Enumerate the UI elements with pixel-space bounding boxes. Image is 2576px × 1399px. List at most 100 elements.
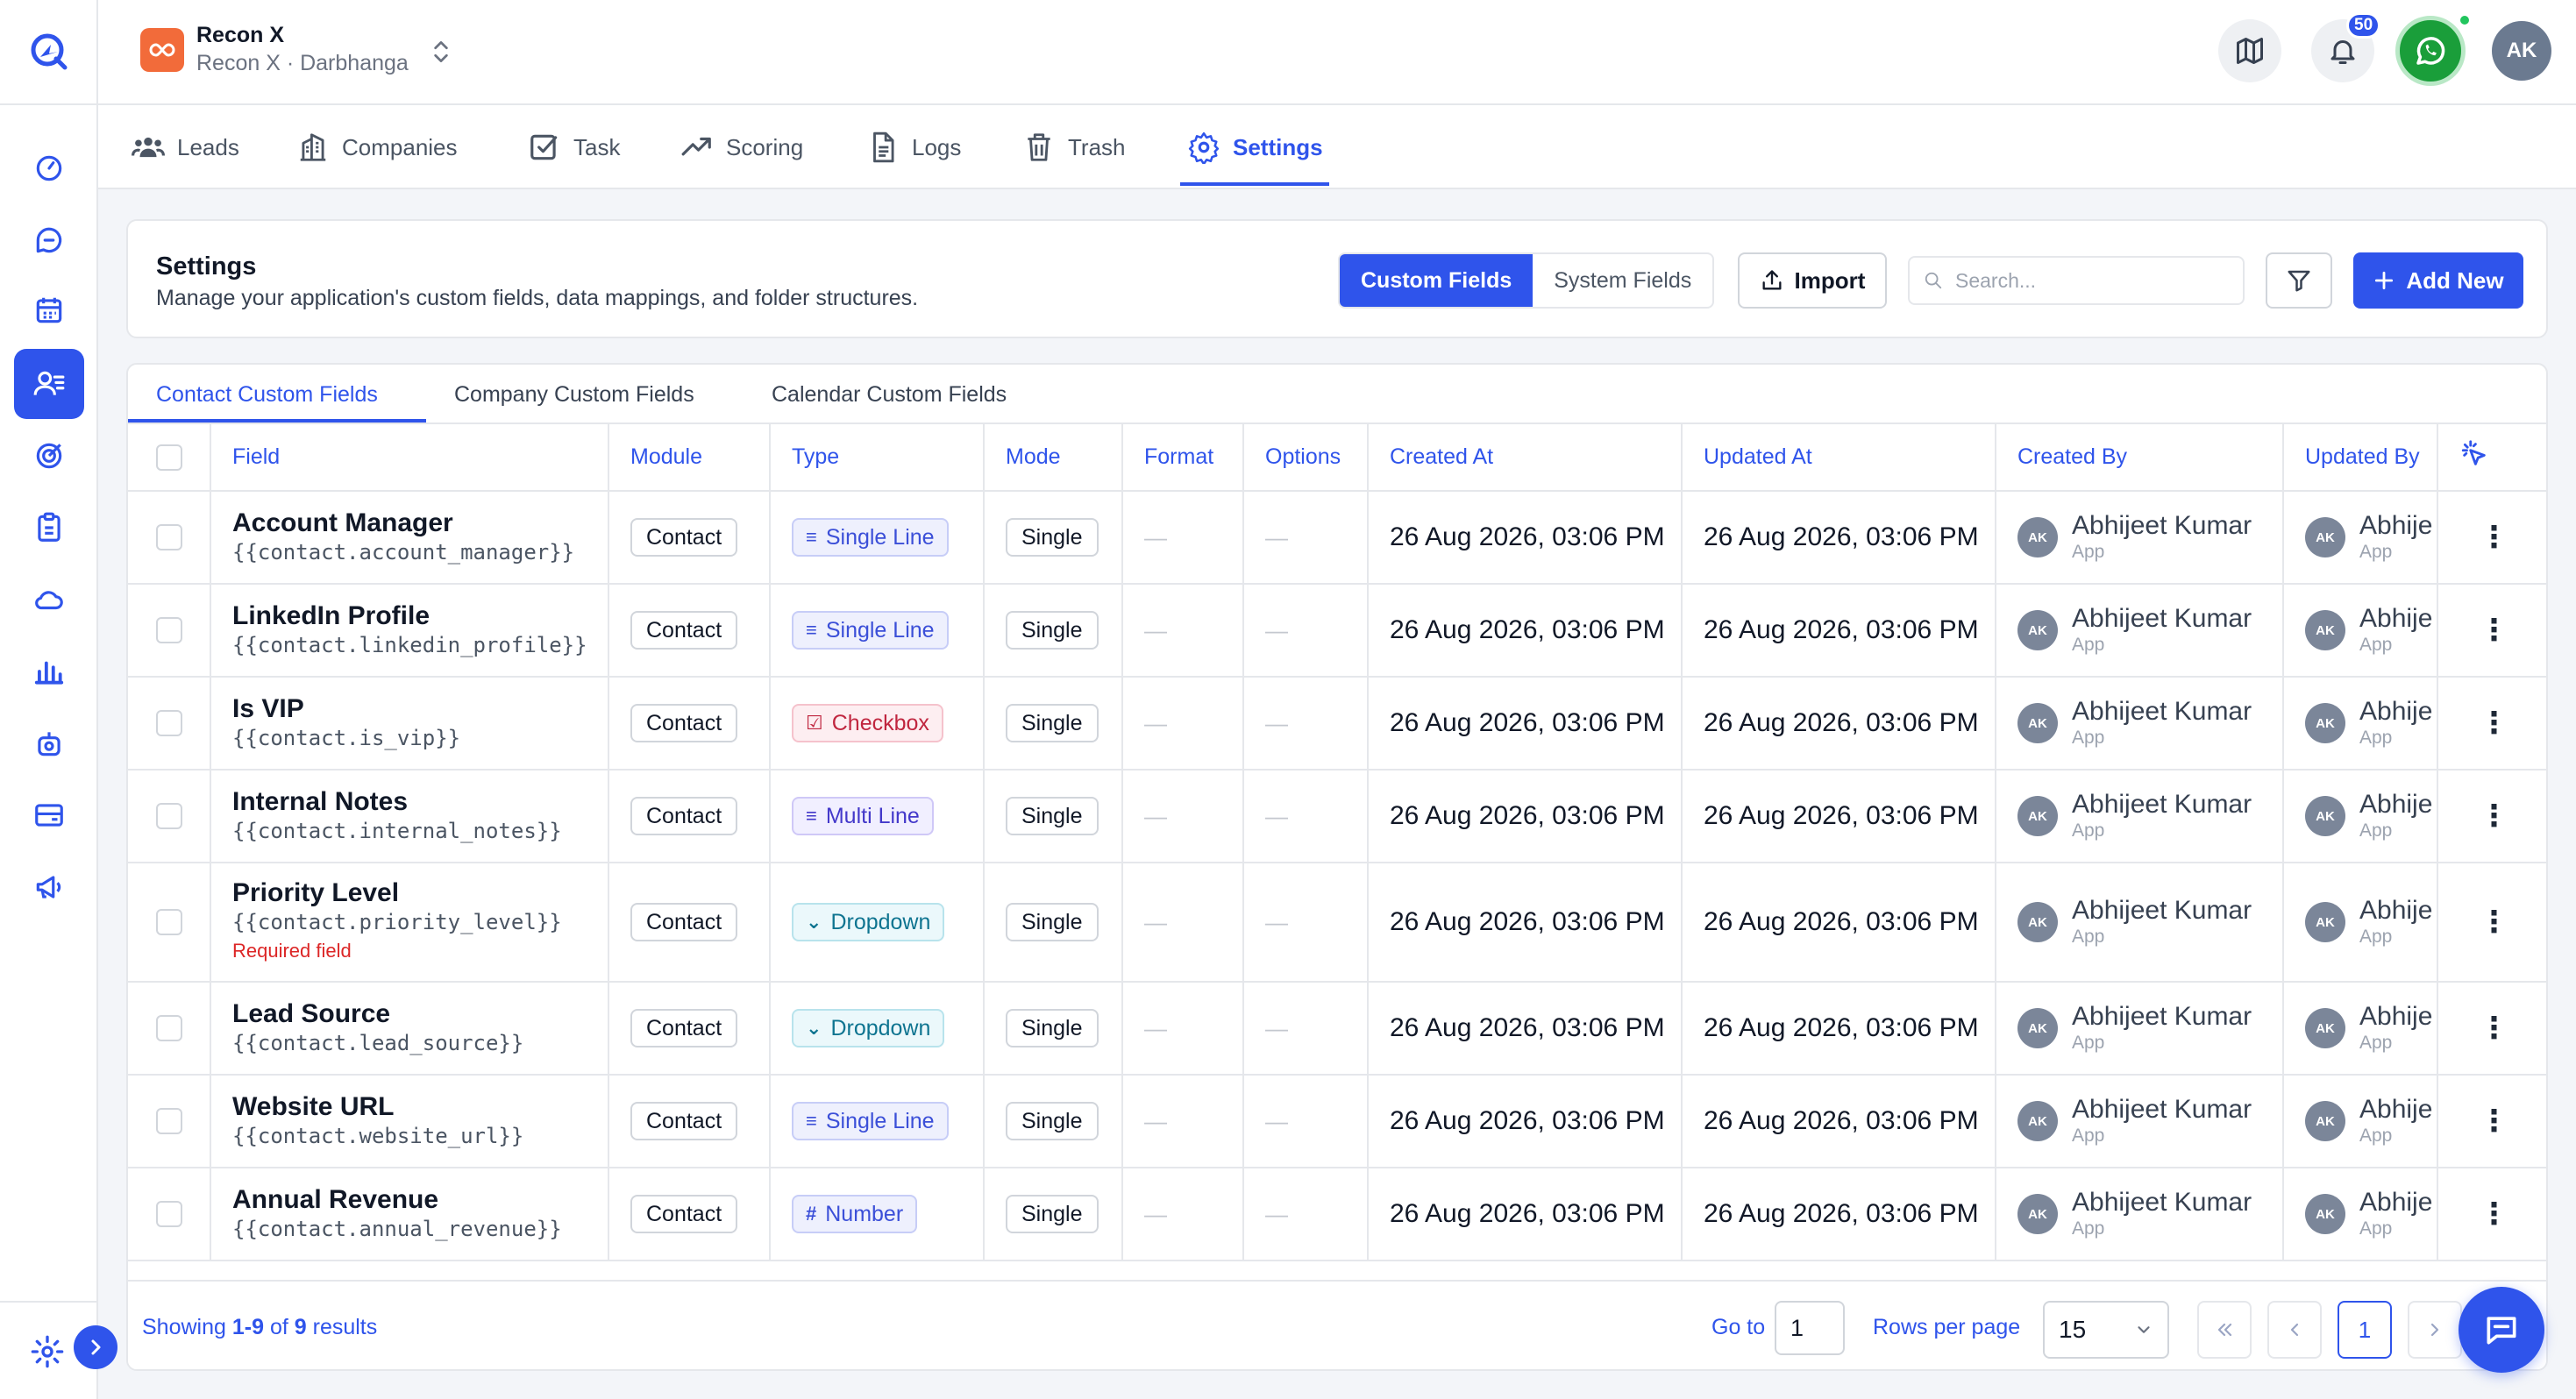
org-name[interactable]: Recon X: [196, 23, 284, 48]
field-cell[interactable]: Is VIP {{contact.is_vip}}: [210, 677, 609, 771]
page-1-button[interactable]: 1: [2338, 1301, 2392, 1359]
filter-button[interactable]: [2266, 252, 2332, 309]
row-checkbox[interactable]: [155, 617, 182, 643]
search-input[interactable]: [1955, 268, 2218, 293]
format-cell: —: [1122, 770, 1244, 863]
table-row[interactable]: Priority Level {{contact.priority_level}}…: [128, 863, 2546, 983]
row-checkbox[interactable]: [155, 524, 182, 550]
tab-settings[interactable]: Settings: [1187, 105, 1323, 189]
created-by-cell: AK Abhijeet Kumar App: [1996, 677, 2284, 771]
tab-trash[interactable]: Trash: [1022, 105, 1126, 189]
whatsapp-button[interactable]: [2395, 16, 2466, 86]
field-name: Account Manager: [232, 508, 453, 537]
col-updated-at[interactable]: Updated At: [1682, 424, 1996, 492]
system-fields-toggle[interactable]: System Fields: [1533, 254, 1712, 307]
col-options[interactable]: Options: [1243, 424, 1369, 492]
table-row[interactable]: LinkedIn Profile {{contact.linkedin_profi…: [128, 584, 2546, 678]
table-row[interactable]: Internal Notes {{contact.internal_notes}}…: [128, 770, 2546, 863]
more-vertical-icon[interactable]: ⋮: [2459, 1011, 2529, 1046]
more-vertical-icon[interactable]: ⋮: [2459, 1104, 2529, 1139]
rail-automation[interactable]: [14, 708, 84, 778]
tab-contact-custom-fields[interactable]: Contact Custom Fields: [156, 365, 378, 424]
table-row[interactable]: Website URL {{contact.website_url}} Contac…: [128, 1075, 2546, 1168]
next-page-button[interactable]: [2408, 1301, 2462, 1359]
cursor-click-icon[interactable]: [2459, 439, 2489, 469]
col-module[interactable]: Module: [608, 424, 771, 492]
field-cell[interactable]: Internal Notes {{contact.internal_notes}}: [210, 770, 609, 863]
gear-icon[interactable]: [30, 1334, 65, 1369]
prev-page-button[interactable]: [2267, 1301, 2322, 1359]
field-cell[interactable]: Priority Level {{contact.priority_level}}…: [210, 863, 609, 983]
rail-cloud[interactable]: [14, 565, 84, 635]
field-cell[interactable]: Lead Source {{contact.lead_source}}: [210, 982, 609, 1076]
table-row[interactable]: Lead Source {{contact.lead_source}} Contac…: [128, 982, 2546, 1076]
rail-marketing[interactable]: [14, 852, 84, 922]
row-checkbox[interactable]: [155, 803, 182, 829]
rail-payments[interactable]: [14, 780, 84, 850]
first-page-button[interactable]: [2197, 1301, 2252, 1359]
tab-leads[interactable]: Leads: [132, 105, 239, 189]
table-row[interactable]: Is VIP {{contact.is_vip}} Contact ☑ Checkbox…: [128, 677, 2546, 771]
col-format[interactable]: Format: [1122, 424, 1244, 492]
row-actions-cell: ⋮: [2437, 584, 2546, 678]
table-row[interactable]: Account Manager {{contact.account_manager…: [128, 491, 2546, 585]
more-vertical-icon[interactable]: ⋮: [2459, 520, 2529, 555]
custom-fields-toggle[interactable]: Custom Fields: [1340, 254, 1534, 307]
table-row[interactable]: Annual Revenue {{contact.annual_revenue}}…: [128, 1168, 2546, 1261]
table-scroll[interactable]: Field Module Type Mode Format Options Cr…: [128, 424, 2546, 1266]
tab-task[interactable]: Task: [528, 105, 620, 189]
row-checkbox[interactable]: [155, 1108, 182, 1134]
tab-logs[interactable]: Logs: [866, 105, 961, 189]
created-by-cell: AK Abhijeet Kumar App: [1996, 863, 2284, 983]
rail-calendar[interactable]: [14, 275, 84, 345]
col-created-at[interactable]: Created At: [1368, 424, 1683, 492]
tab-scoring[interactable]: Scoring: [680, 105, 803, 189]
rail-clipboard[interactable]: [14, 493, 84, 563]
col-created-by[interactable]: Created By: [1996, 424, 2284, 492]
rail-conversations[interactable]: [14, 205, 84, 275]
more-vertical-icon[interactable]: ⋮: [2459, 613, 2529, 648]
multiline-icon: ≡: [806, 805, 817, 827]
row-checkbox[interactable]: [155, 1201, 182, 1227]
rail-reports[interactable]: [14, 636, 84, 707]
more-vertical-icon[interactable]: ⋮: [2459, 905, 2529, 940]
col-type[interactable]: Type: [770, 424, 985, 492]
tab-companies[interactable]: Companies: [296, 105, 458, 189]
row-checkbox[interactable]: [155, 1015, 182, 1041]
select-all-checkbox[interactable]: [155, 444, 182, 471]
app-logo[interactable]: [0, 0, 98, 105]
rail-targets[interactable]: [14, 421, 84, 491]
field-cell[interactable]: Account Manager {{contact.account_manager…: [210, 491, 609, 585]
field-cell[interactable]: Website URL {{contact.website_url}}: [210, 1075, 609, 1168]
mode-chip: Single: [1006, 1195, 1099, 1233]
map-button[interactable]: [2218, 19, 2281, 82]
col-mode[interactable]: Mode: [984, 424, 1123, 492]
goto-page-input[interactable]: [1775, 1301, 1845, 1355]
user-avatar[interactable]: AK: [2492, 21, 2551, 81]
chevron-up-down-icon[interactable]: [430, 37, 452, 67]
rows-per-page-select[interactable]: 15: [2043, 1301, 2169, 1359]
tab-company-custom-fields[interactable]: Company Custom Fields: [454, 365, 694, 424]
support-chat-button[interactable]: [2459, 1287, 2544, 1373]
row-checkbox[interactable]: [155, 909, 182, 935]
field-cell[interactable]: LinkedIn Profile {{contact.linkedin_profi…: [210, 584, 609, 678]
more-vertical-icon[interactable]: ⋮: [2459, 706, 2529, 741]
type-badge: ≡ Single Line: [792, 611, 949, 650]
updated-by-source: App: [2359, 927, 2393, 947]
more-vertical-icon[interactable]: ⋮: [2459, 799, 2529, 834]
add-new-button[interactable]: Add New: [2353, 252, 2523, 309]
col-field[interactable]: Field: [210, 424, 609, 492]
tab-calendar-custom-fields[interactable]: Calendar Custom Fields: [772, 365, 1007, 424]
rail-dashboard[interactable]: [14, 133, 84, 203]
expand-sidebar-button[interactable]: [74, 1325, 117, 1369]
field-cell[interactable]: Annual Revenue {{contact.annual_revenue}}: [210, 1168, 609, 1261]
created-by-name: Abhijeet Kumar: [2072, 697, 2252, 726]
row-checkbox[interactable]: [155, 710, 182, 736]
mode-chip: Single: [1006, 1009, 1099, 1047]
format-value: —: [1144, 617, 1167, 643]
import-button[interactable]: Import: [1738, 252, 1887, 309]
updated-by-cell: AK Abhije App: [2283, 491, 2438, 585]
col-updated-by[interactable]: Updated By: [2283, 424, 2438, 492]
more-vertical-icon[interactable]: ⋮: [2459, 1197, 2529, 1232]
rail-contacts[interactable]: [14, 349, 84, 419]
